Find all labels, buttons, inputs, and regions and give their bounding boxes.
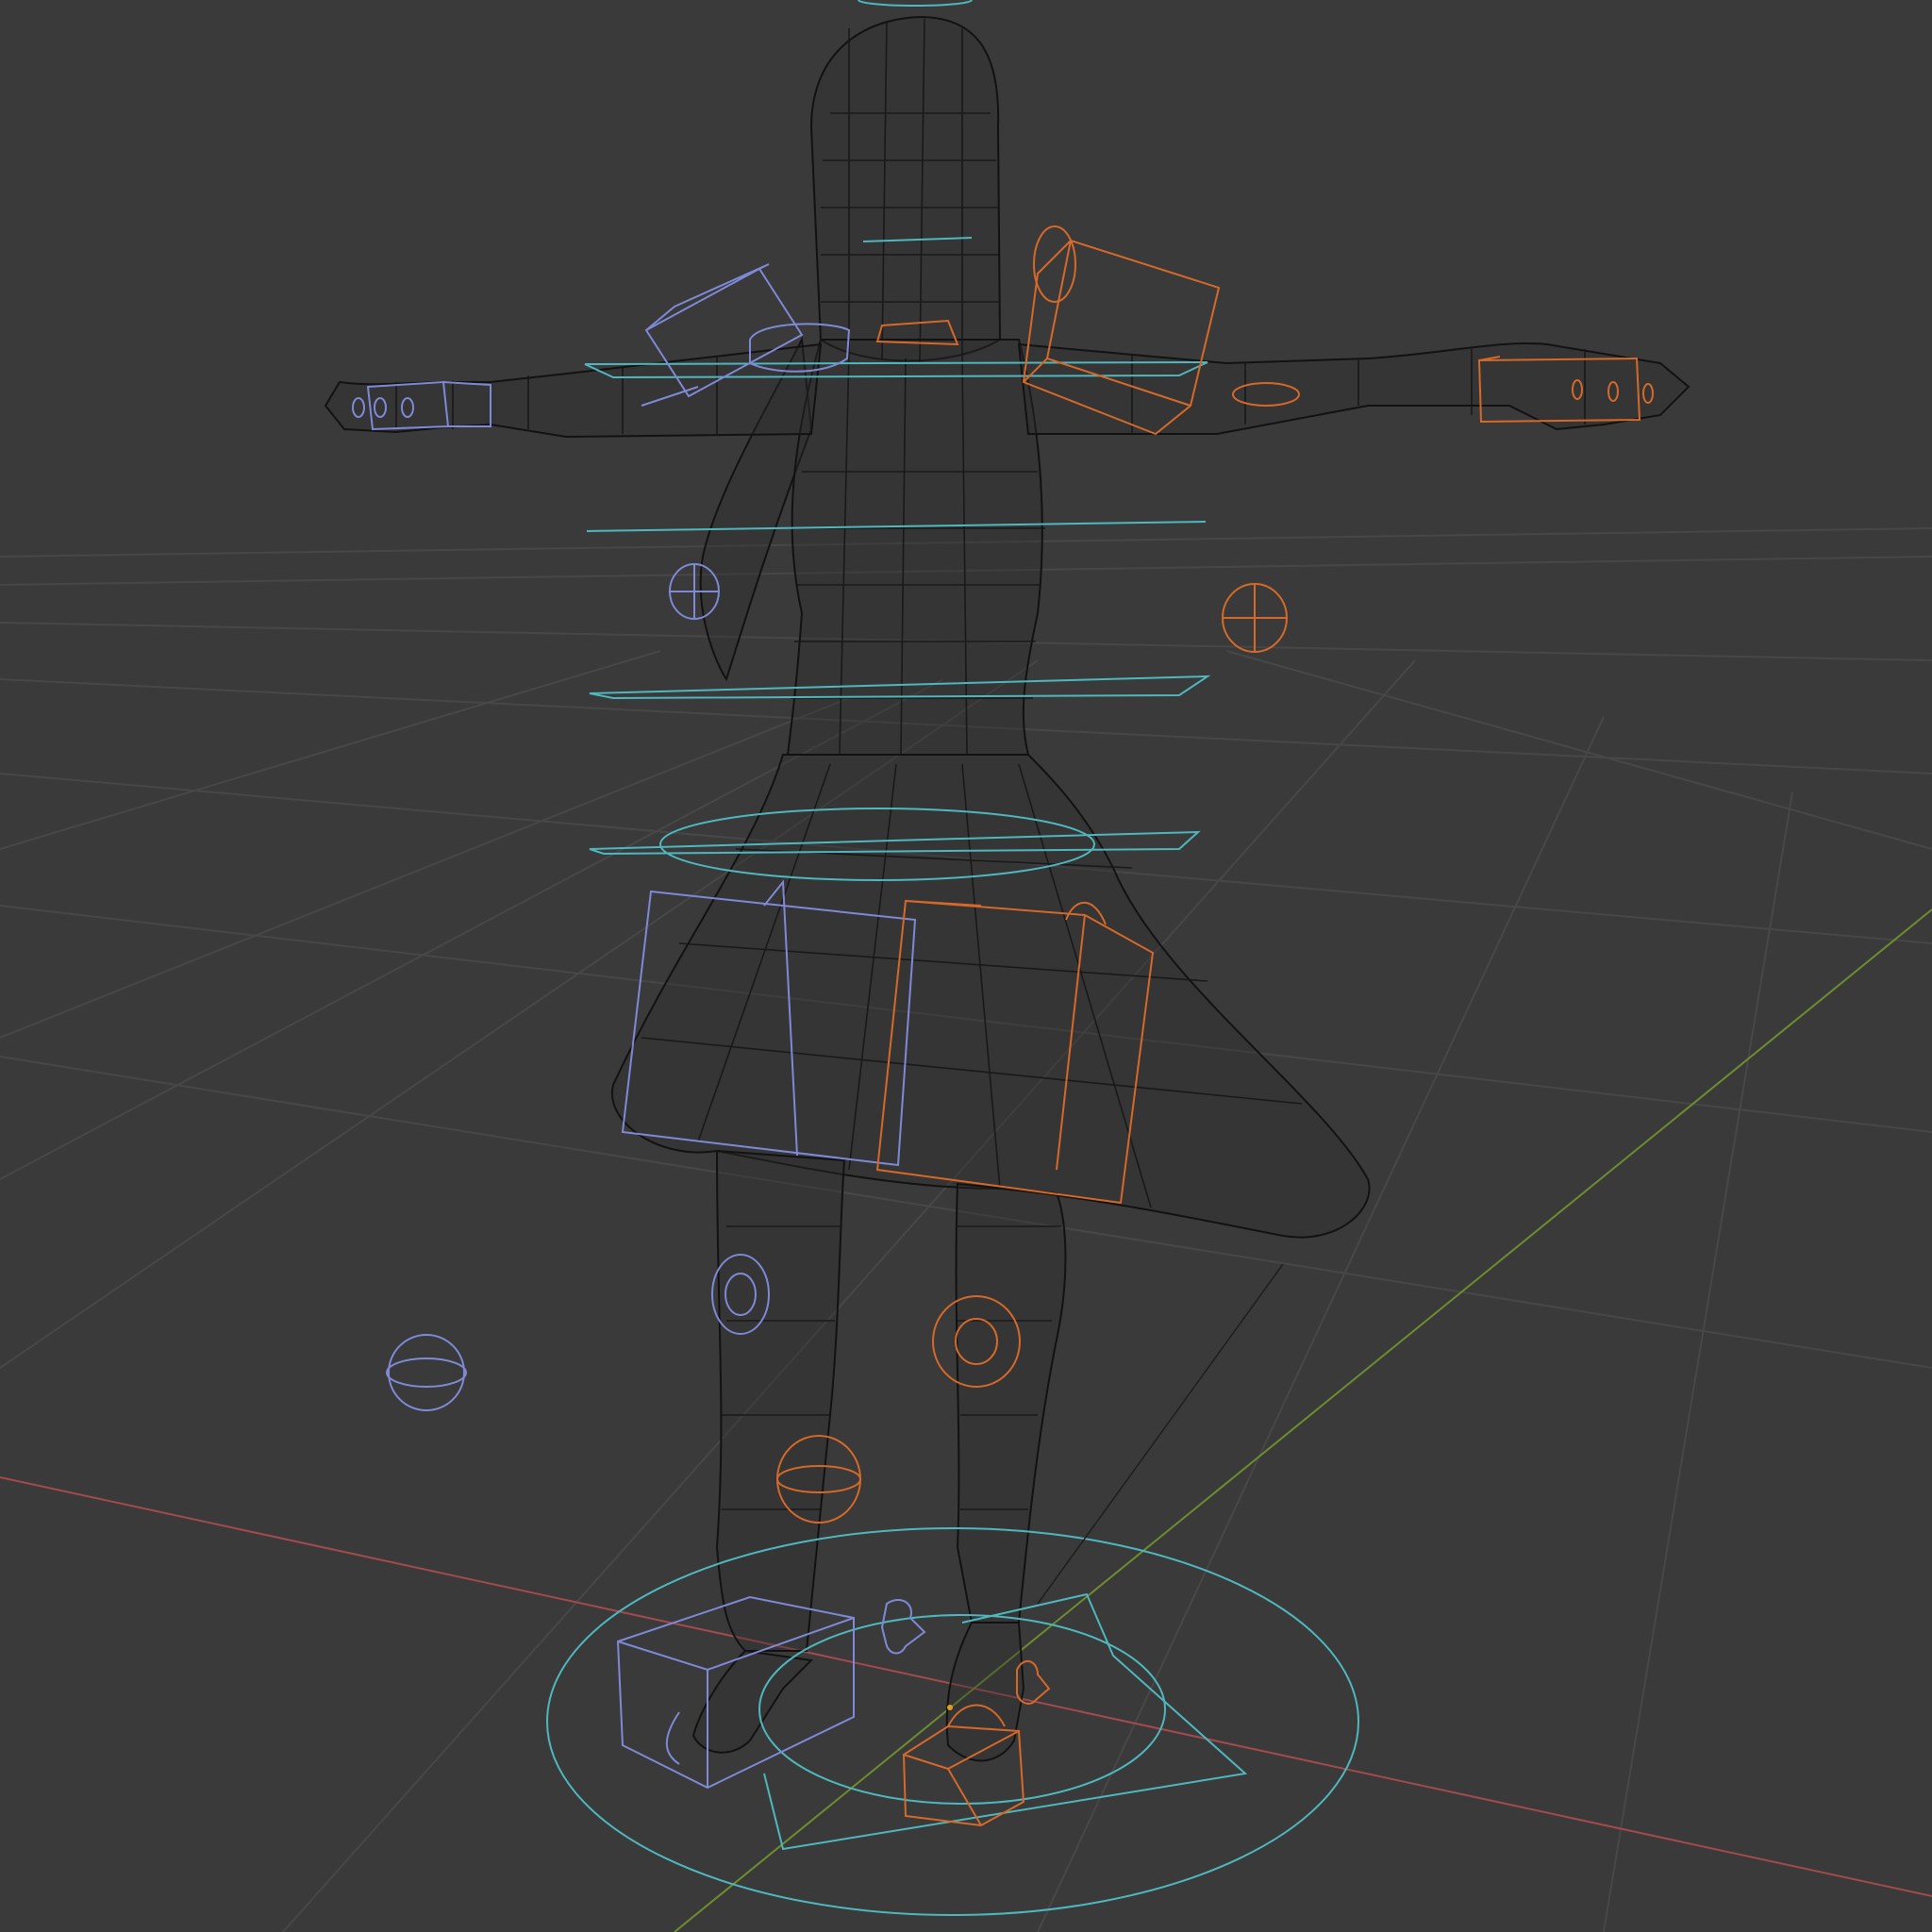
left-heel-control[interactable] xyxy=(880,1599,926,1655)
right-shoulder-ring[interactable] xyxy=(1033,225,1076,303)
character-mesh[interactable] xyxy=(324,15,1690,1762)
viewport-canvas[interactable] xyxy=(0,0,1932,1932)
left-knee-pole[interactable] xyxy=(388,1334,465,1411)
3d-viewport[interactable] xyxy=(0,0,1932,1932)
left-toe-control[interactable] xyxy=(665,1711,680,1765)
origin-marker xyxy=(947,1705,953,1710)
pole-target-line xyxy=(1037,1263,1284,1605)
left-knee-pole-ring[interactable] xyxy=(386,1357,467,1388)
head-control-ring[interactable] xyxy=(858,0,973,7)
